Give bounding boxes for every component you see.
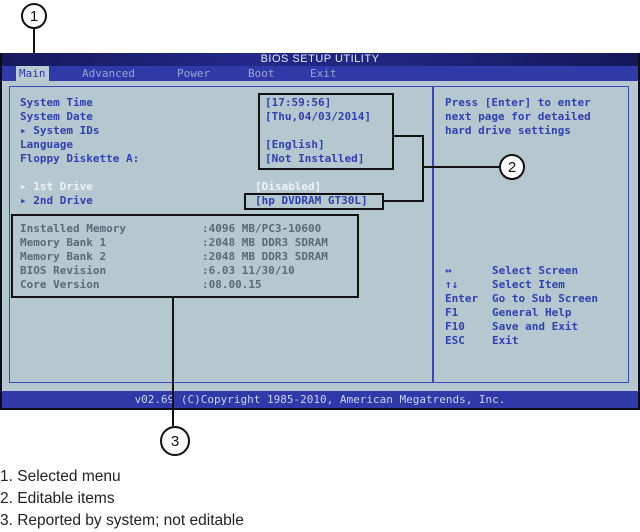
setting-language-label[interactable]: Language bbox=[20, 138, 73, 152]
drive-1st-label[interactable]: ▸ 1st Drive bbox=[20, 180, 93, 194]
callout-2-leader-vertical bbox=[422, 135, 424, 202]
callout-2-leader-top bbox=[394, 135, 424, 137]
editable-items-box-drive bbox=[244, 193, 384, 210]
key-f10: F10 bbox=[445, 320, 465, 333]
menu-advanced[interactable]: Advanced bbox=[82, 66, 135, 81]
key-general-help: General Help bbox=[492, 306, 572, 319]
help-text-line-2: next page for detailed bbox=[445, 110, 591, 123]
callout-3-leader bbox=[172, 298, 174, 426]
key-up-down-icon: ↑↓ bbox=[445, 278, 459, 291]
menu-main[interactable]: Main bbox=[16, 66, 49, 81]
legend-item-2: 2. Editable items bbox=[0, 490, 115, 507]
setting-system-ids-label[interactable]: ▸ System IDs bbox=[20, 124, 99, 138]
key-esc: ESC bbox=[445, 334, 465, 347]
editable-items-box-top bbox=[258, 93, 394, 170]
menu-power[interactable]: Power bbox=[177, 66, 210, 81]
menu-boot[interactable]: Boot bbox=[248, 66, 275, 81]
key-select-screen: Select Screen bbox=[492, 264, 579, 277]
key-enter: Enter bbox=[445, 292, 479, 305]
help-text-line-3: hard drive settings bbox=[445, 124, 571, 137]
key-left-right-icon: ↔ bbox=[445, 264, 452, 277]
menu-exit[interactable]: Exit bbox=[310, 66, 337, 81]
setting-system-date-label[interactable]: System Date bbox=[20, 110, 93, 124]
legend-item-3: 3. Reported by system; not editable bbox=[0, 512, 244, 529]
drive-1st-value[interactable]: [Disabled] bbox=[255, 180, 321, 194]
callout-3: 3 bbox=[160, 426, 190, 456]
callout-1: 1 bbox=[21, 3, 47, 29]
callout-2-leader-bottom bbox=[384, 200, 424, 202]
key-exit: Exit bbox=[492, 334, 519, 347]
legend-item-1: 1. Selected menu bbox=[0, 468, 121, 485]
callout-2-number: 2 bbox=[507, 158, 517, 176]
setting-floppy-label[interactable]: Floppy Diskette A: bbox=[20, 152, 139, 166]
key-select-item: Select Item bbox=[492, 278, 565, 291]
key-go-to-sub-screen: Go to Sub Screen bbox=[492, 292, 598, 305]
callout-2-leader-main bbox=[422, 166, 500, 168]
menu-bar: Main Advanced Power Boot Exit bbox=[2, 66, 638, 81]
key-save-and-exit: Save and Exit bbox=[492, 320, 579, 333]
setting-system-time-label[interactable]: System Time bbox=[20, 96, 93, 110]
copyright-footer: v02.69 (C)Copyright 1985-2010, American … bbox=[2, 391, 638, 408]
help-panel: Press [Enter] to enter next page for det… bbox=[433, 86, 629, 383]
callout-1-number: 1 bbox=[29, 7, 39, 25]
drive-2nd-label[interactable]: ▸ 2nd Drive bbox=[20, 194, 93, 208]
key-f1: F1 bbox=[445, 306, 459, 319]
bios-title: BIOS SETUP UTILITY bbox=[2, 53, 638, 66]
callout-3-number: 3 bbox=[170, 432, 180, 450]
system-info-box bbox=[11, 214, 359, 298]
callout-2: 2 bbox=[499, 154, 525, 180]
help-text-line-1: Press [Enter] to enter bbox=[445, 96, 591, 109]
